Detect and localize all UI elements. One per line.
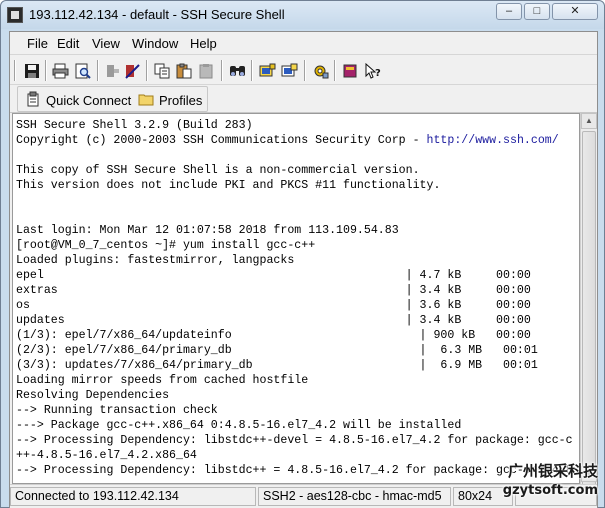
menu-edit[interactable]: Edit [57, 36, 79, 51]
maximize-button[interactable]: □ [524, 3, 550, 20]
scrollbar-thumb[interactable] [582, 131, 596, 486]
terminal-line: (1/3): epel/7/x86_64/updateinfo | 900 kB… [16, 329, 531, 342]
save-icon[interactable] [22, 61, 41, 80]
quick-connect-label: Quick Connect [46, 92, 132, 108]
connection-status: Connected to 193.112.42.134 [10, 487, 256, 506]
terminal-line: Copyright (c) 2000-2003 SSH Communicatio… [16, 134, 559, 147]
profile-toolbar: Quick Connect Profiles [17, 86, 208, 112]
menu-view[interactable]: View [92, 36, 120, 51]
status-bar: Connected to 193.112.42.134 SSH2 - aes12… [10, 484, 597, 508]
terminal-line: Last login: Mon Mar 12 01:07:58 2018 fro… [16, 224, 399, 237]
new-file-transfer-icon[interactable] [258, 61, 277, 80]
new-terminal-icon[interactable] [280, 61, 299, 80]
quick-connect-icon [25, 91, 41, 110]
client-area: File Edit View Window Help ? Quick Conne… [9, 31, 598, 508]
toolbar-separator [251, 60, 253, 81]
status-pane-extra [515, 487, 597, 506]
terminal-line: --> Processing Dependency: libstdc++-dev… [16, 434, 573, 447]
terminal-line: os | 3.6 kB 00:00 [16, 299, 531, 312]
profiles-label: Profiles [159, 92, 203, 108]
cipher-status: SSH2 - aes128-cbc - hmac-md5 [258, 487, 451, 506]
menu-window[interactable]: Window [132, 36, 178, 51]
terminal-line: Loaded plugins: fastestmirror, langpacks [16, 254, 295, 267]
terminal-line: ---> Package gcc-c++.x86_64 0:4.8.5-16.e… [16, 419, 462, 432]
settings-quick-icon[interactable] [123, 61, 142, 80]
options-icon[interactable] [311, 61, 330, 80]
ssh-client-window: 193.112.42.134 - default - SSH Secure Sh… [0, 0, 605, 508]
print-icon[interactable] [51, 61, 70, 80]
terminal-line: epel | 4.7 kB 00:00 [16, 269, 531, 282]
terminal-app-icon [7, 7, 23, 23]
terminal-line: This version does not include PKI and PK… [16, 179, 441, 192]
scroll-up-arrow-icon[interactable]: ▲ [581, 113, 597, 129]
svg-text:?: ? [375, 68, 381, 79]
toolbar-separator [334, 60, 336, 81]
menu-help[interactable]: Help [190, 36, 217, 51]
disconnect-icon[interactable] [103, 61, 122, 80]
terminal-line: (3/3): updates/7/x86_64/primary_db | 6.9… [16, 359, 538, 372]
menu-file[interactable]: File [27, 36, 48, 51]
paste-icon[interactable] [175, 61, 194, 80]
toolbar-separator [97, 60, 99, 81]
terminal-size-status: 80x24 [453, 487, 513, 506]
link-bar: Quick Connect Profiles [10, 85, 597, 113]
terminal-line: SSH Secure Shell 3.2.9 (Build 283) [16, 119, 253, 132]
terminal-line: Resolving Dependencies [16, 389, 170, 402]
toolbar-separator [14, 60, 16, 81]
folder-icon [138, 92, 154, 109]
terminal-line: ++-4.8.5-16.el7_4.2.x86_64 [16, 449, 197, 462]
terminal-line: (2/3): epel/7/x86_64/primary_db | 6.3 MB… [16, 344, 538, 357]
vertical-scrollbar[interactable]: ▲ ▼ [580, 113, 597, 486]
terminal-line: [root@VM_0_7_centos ~]# yum install gcc-… [16, 239, 316, 252]
window-title: 193.112.42.134 - default - SSH Secure Sh… [29, 7, 285, 22]
paste-disabled-icon[interactable] [197, 61, 216, 80]
terminal-output[interactable]: SSH Secure Shell 3.2.9 (Build 283) Copyri… [12, 113, 580, 484]
minimize-button[interactable]: – [496, 3, 522, 20]
quick-connect-button[interactable]: Quick Connect [25, 91, 131, 109]
toolbar: ? [10, 56, 597, 85]
context-help-icon[interactable]: ? [363, 61, 382, 80]
profiles-button[interactable]: Profiles [138, 91, 202, 109]
toolbar-separator [221, 60, 223, 81]
terminal-line: Loading mirror speeds from cached hostfi… [16, 374, 309, 387]
toolbar-separator [304, 60, 306, 81]
terminal-line: This copy of SSH Secure Shell is a non-c… [16, 164, 420, 177]
scroll-down-arrow-icon[interactable]: ▼ [581, 466, 597, 482]
toolbar-separator [146, 60, 148, 81]
terminal-line: updates | 3.4 kB 00:00 [16, 314, 531, 327]
find-icon[interactable] [228, 61, 247, 80]
terminal-line: extras | 3.4 kB 00:00 [16, 284, 531, 297]
terminal-line: --> Running transaction check [16, 404, 218, 417]
toolbar-separator [45, 60, 47, 81]
title-bar[interactable]: 193.112.42.134 - default - SSH Secure Sh… [1, 1, 604, 29]
close-button[interactable]: ✕ [552, 3, 598, 20]
terminal-line: --> Processing Dependency: libstdc++ = 4… [16, 464, 573, 477]
print-preview-icon[interactable] [73, 61, 92, 80]
help-book-icon[interactable] [341, 61, 360, 80]
copy-icon[interactable] [153, 61, 172, 80]
ssh-website-link[interactable]: http://www.ssh.com/ [427, 134, 559, 147]
menu-bar: File Edit View Window Help [10, 32, 597, 55]
